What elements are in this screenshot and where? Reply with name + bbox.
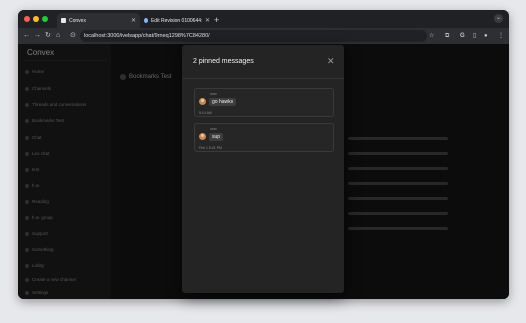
message-time: 5:14 AM — [199, 111, 212, 115]
tab-title: Edit Revision 0100644: — — — [150, 17, 202, 24]
profile-icon[interactable]: ● — [484, 32, 488, 40]
tab-search-icon[interactable]: ⌄ — [494, 14, 503, 23]
modal-title: 2 pinned messages — [193, 58, 254, 65]
message-author: user — [210, 92, 217, 96]
google-account-icon[interactable]: G — [460, 32, 465, 40]
close-icon[interactable]: ✕ — [327, 57, 335, 66]
browser-tab-convex[interactable]: Convex ✕ — [57, 13, 140, 28]
minimize-window-button[interactable] — [33, 16, 39, 22]
extensions-icon[interactable]: ⧉ — [445, 32, 449, 40]
message-time: Feb 1 5:01 PM — [199, 146, 222, 150]
close-tab-icon[interactable]: ✕ — [131, 17, 136, 24]
tab-favicon-icon — [144, 18, 148, 23]
message-author: user — [210, 127, 217, 131]
reload-icon[interactable]: ↻ — [45, 31, 51, 41]
message-text: sup — [209, 133, 224, 141]
browser-toolbar: ← → ↻ ⌂ ⊙ localhost:3000/ivelsapp/chat/9… — [18, 28, 509, 44]
avatar — [199, 98, 206, 105]
zoom-window-button[interactable] — [42, 16, 48, 22]
convex-favicon-icon — [61, 18, 66, 23]
menu-icon[interactable]: ⋮ — [498, 32, 504, 40]
pinned-messages-modal: 2 pinned messages ✕ user go hawks 5:14 A… — [182, 45, 344, 293]
tab-title: Convex — [69, 17, 86, 24]
pinned-message[interactable]: user go hawks 5:14 AM — [194, 88, 334, 117]
pinned-message[interactable]: user sup Feb 1 5:01 PM — [194, 123, 334, 152]
back-icon[interactable]: ← — [23, 31, 30, 41]
sidebar-panel-icon[interactable]: ▯ — [473, 32, 476, 40]
tab-bar: Convex ✕ Edit Revision 0100644: — — ✕ + … — [18, 10, 509, 28]
close-tab-icon[interactable]: ✕ — [205, 17, 210, 24]
home-icon[interactable]: ⌂ — [56, 31, 60, 41]
close-window-button[interactable] — [24, 16, 30, 22]
site-info-icon[interactable]: ⊙ — [70, 31, 76, 41]
modal-divider — [182, 78, 344, 79]
message-text: go hawks — [209, 98, 237, 106]
avatar — [199, 133, 206, 140]
forward-icon[interactable]: → — [34, 31, 41, 41]
new-tab-button[interactable]: + — [214, 13, 219, 27]
address-bar[interactable]: localhost:3000/ivelsapp/chat/9rneq1298%7… — [80, 30, 427, 42]
bookmark-star-icon[interactable]: ☆ — [429, 32, 434, 40]
browser-tab-edit-revision[interactable]: Edit Revision 0100644: — — ✕ — [140, 13, 214, 28]
